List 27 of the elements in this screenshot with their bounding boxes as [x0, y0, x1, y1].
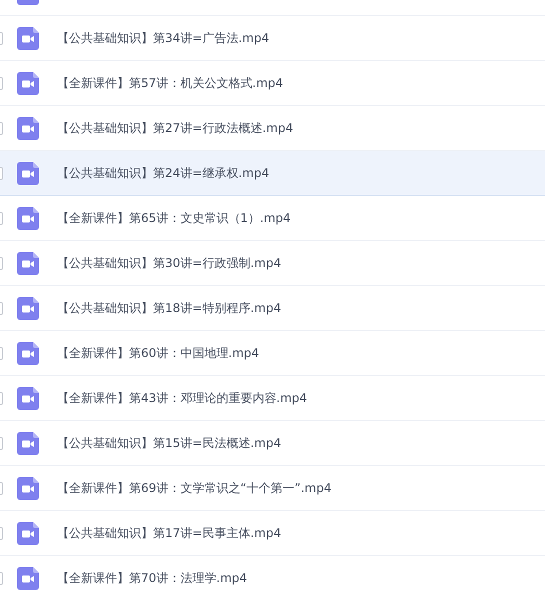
video-file-icon	[17, 252, 39, 274]
video-file-icon	[17, 26, 39, 50]
file-name: 【公共基础知识】第27讲=行政法概述.mp4	[57, 120, 294, 137]
file-name: 【全新课件】第60讲：中国地理.mp4	[57, 345, 260, 362]
file-name: 【全新课件】第65讲：文史常识（1）.mp4	[57, 210, 291, 227]
file-name: 【公共基础知识】第18讲=特别程序.mp4	[57, 300, 282, 317]
file-name: 【全新课件】第43讲：邓理论的重要内容.mp4	[57, 390, 308, 407]
video-file-icon	[17, 72, 39, 94]
file-name: 【公共基础知识】第30讲=行政强制.mp4	[57, 255, 282, 272]
video-file-icon	[17, 386, 39, 410]
video-file-icon	[17, 296, 39, 320]
file-name: 【全新课件】第69讲：文学常识之“十个第一”.mp4	[57, 480, 332, 497]
file-name: 【全新课件】第70讲：法理学.mp4	[57, 570, 248, 587]
file-name: 【全新课件】第57讲：机关公文格式.mp4	[57, 75, 284, 92]
file-name: 【公共基础知识】第34讲=广告法.mp4	[57, 30, 270, 47]
video-file-icon	[17, 432, 39, 454]
video-file-icon	[17, 566, 39, 590]
video-file-icon	[17, 116, 39, 140]
file-name: 【公共基础知识】第17讲=民事主体.mp4	[57, 525, 282, 542]
video-file-icon	[17, 342, 39, 364]
video-file-icon	[17, 522, 39, 544]
file-name: 【公共基础知识】第24讲=继承权.mp4	[57, 165, 270, 182]
video-file-icon	[17, 206, 39, 230]
file-name: 【公共基础知识】第15讲=民法概述.mp4	[57, 435, 282, 452]
file-row[interactable]: 【公共基础知识】第24讲=继承权.mp4	[0, 151, 545, 196]
video-file-icon	[17, 476, 39, 500]
video-file-icon	[17, 162, 39, 184]
